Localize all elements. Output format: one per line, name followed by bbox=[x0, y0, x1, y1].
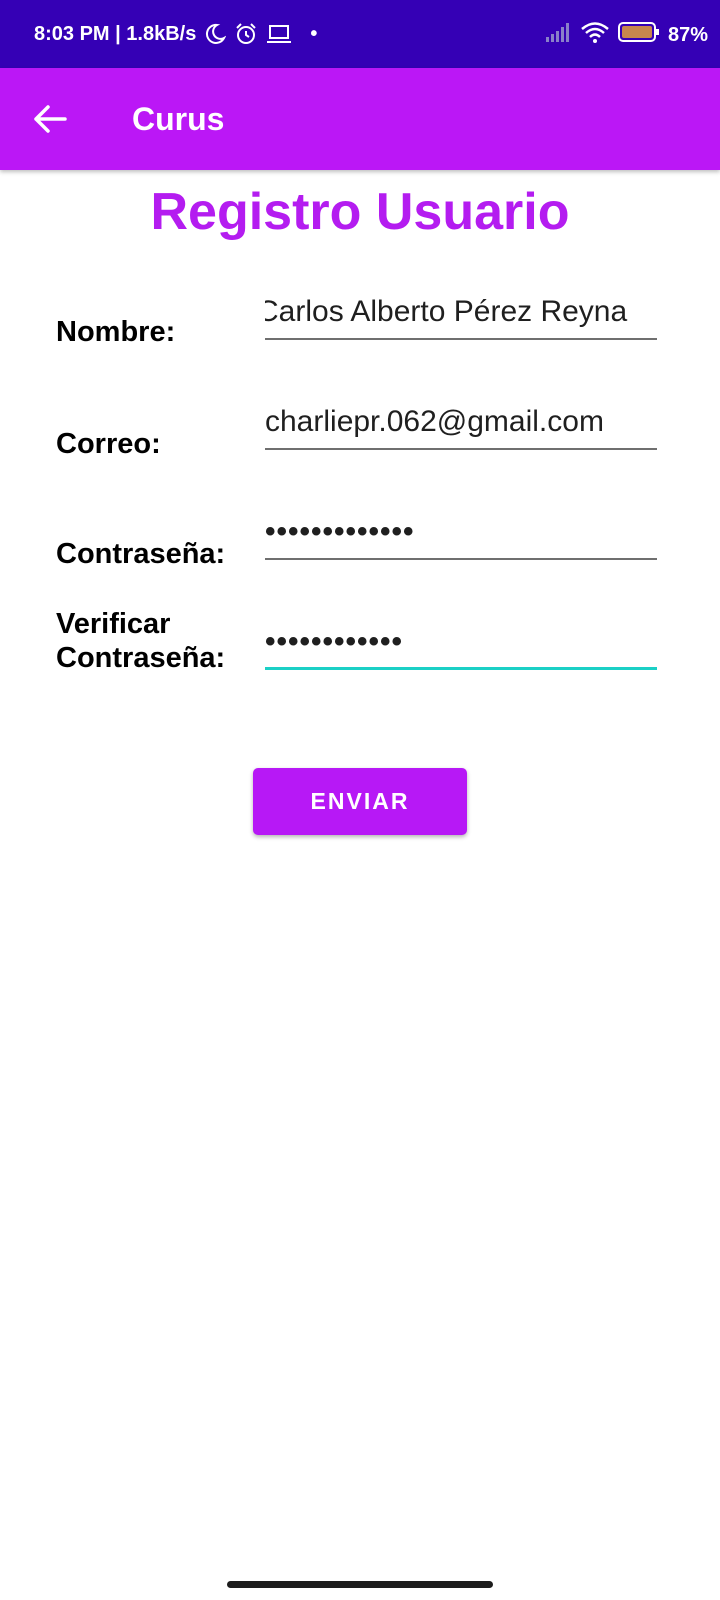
name-input-value: Carlos Alberto Pérez Reyna bbox=[265, 295, 628, 328]
password-label: Contraseña: bbox=[56, 538, 226, 570]
gesture-nav-handle[interactable] bbox=[227, 1581, 493, 1588]
email-label: Correo: bbox=[56, 428, 161, 460]
email-input-value: charliepr.062@gmail.com bbox=[265, 405, 604, 438]
verify-password-label-line1: Verificar bbox=[56, 608, 171, 640]
status-right: 87% bbox=[538, 22, 708, 48]
name-input[interactable]: Carlos Alberto Pérez Reyna bbox=[265, 290, 657, 340]
password-input[interactable]: ••••••••••••• bbox=[265, 510, 657, 560]
status-time-speed: 8:03 PM | 1.8kB/s bbox=[34, 22, 197, 45]
battery-percent: 87% bbox=[667, 23, 708, 46]
verify-password-label-line2: Contraseña: bbox=[56, 642, 226, 674]
submit-button[interactable]: ENVIAR bbox=[253, 768, 467, 835]
notification-dot-icon: • bbox=[310, 22, 318, 45]
arrow-left-icon bbox=[34, 105, 67, 133]
verify-password-input-value: •••••••••••• bbox=[265, 625, 404, 658]
password-input-value: ••••••••••••• bbox=[265, 515, 415, 548]
page-title: Registro Usuario bbox=[150, 183, 570, 241]
name-label: Nombre: bbox=[56, 316, 176, 348]
verify-password-label: Verificar Contraseña: bbox=[56, 607, 225, 675]
app-bar: Curus bbox=[0, 68, 720, 170]
battery-icon bbox=[617, 21, 660, 49]
status-bar: 8:03 PM | 1.8kB/s • 87% bbox=[0, 0, 720, 68]
status-left: 8:03 PM | 1.8kB/s • bbox=[34, 20, 317, 48]
moon-icon bbox=[204, 23, 227, 45]
email-input[interactable]: charliepr.062@gmail.com bbox=[265, 400, 657, 450]
signal-icon bbox=[545, 22, 572, 48]
verify-password-input[interactable]: •••••••••••• bbox=[265, 620, 657, 670]
app-title: Curus bbox=[132, 101, 225, 137]
alarm-icon bbox=[234, 22, 258, 46]
back-button[interactable] bbox=[24, 93, 76, 145]
laptop-icon bbox=[266, 23, 292, 45]
wifi-icon bbox=[580, 20, 610, 50]
